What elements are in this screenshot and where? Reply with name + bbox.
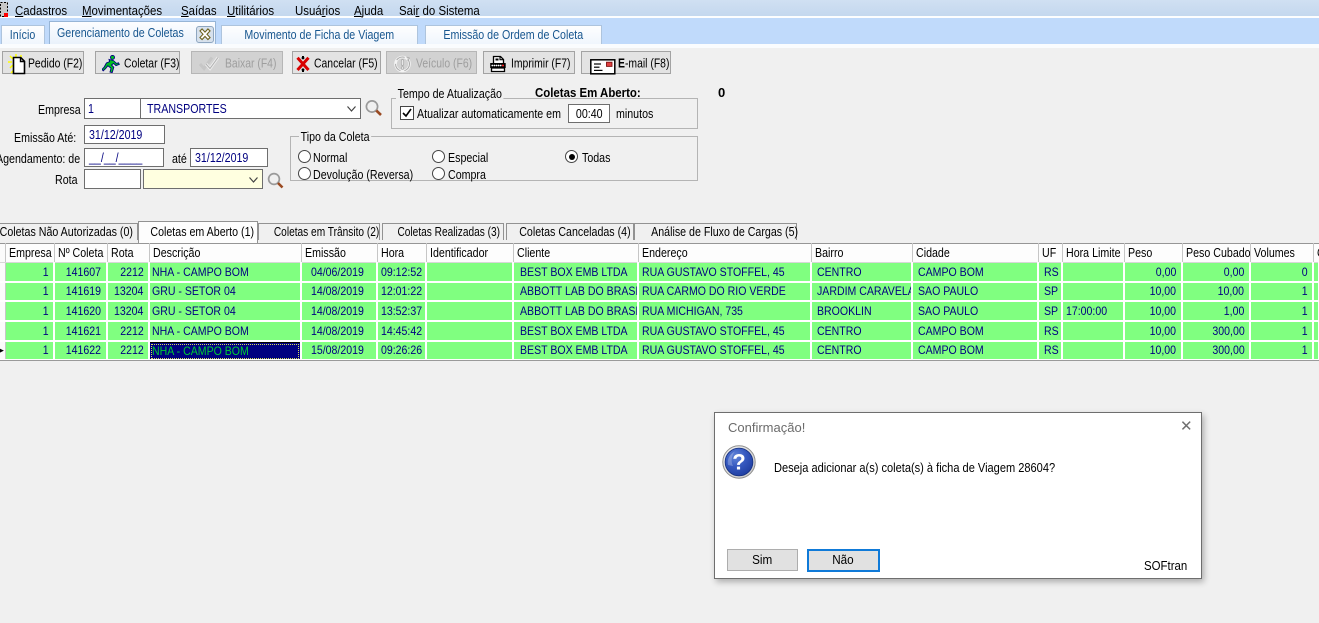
svg-text:?: ? [732, 450, 745, 475]
